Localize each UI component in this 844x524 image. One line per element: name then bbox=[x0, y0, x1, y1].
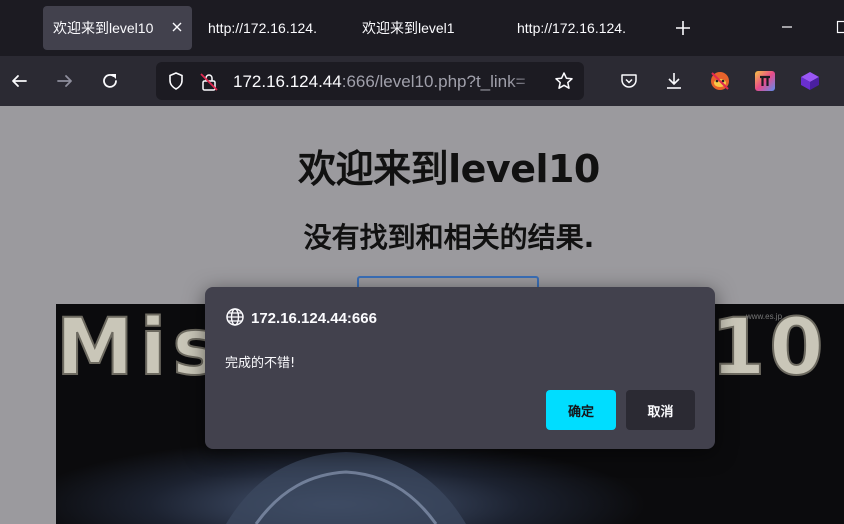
globe-icon bbox=[226, 308, 244, 326]
tab-level1[interactable]: 欢迎来到level1 bbox=[352, 6, 492, 50]
reload-button[interactable] bbox=[97, 68, 123, 94]
cancel-button[interactable]: 取消 bbox=[626, 390, 695, 430]
extension-fox-icon[interactable] bbox=[709, 70, 731, 92]
insecure-lock-icon[interactable] bbox=[198, 71, 220, 93]
tab-http-2[interactable]: http://172.16.124. bbox=[507, 6, 647, 50]
tab-label: http://172.16.124. bbox=[208, 20, 317, 36]
page-title: 欢迎来到level10 bbox=[298, 147, 600, 191]
close-icon[interactable] bbox=[170, 20, 184, 34]
tab-fade bbox=[625, 6, 647, 50]
shield-icon[interactable] bbox=[166, 71, 186, 91]
url-bar[interactable]: 172.16.124.44:666/level10.php?t_link= bbox=[156, 62, 584, 100]
url-text[interactable]: 172.16.124.44:666/level10.php?t_link= bbox=[233, 72, 526, 92]
maximize-icon[interactable] bbox=[836, 20, 844, 34]
forward-button[interactable] bbox=[52, 68, 78, 94]
minimize-icon[interactable] bbox=[780, 20, 794, 34]
tab-strip: 欢迎来到level10 http://172.16.124. 欢迎来到level… bbox=[0, 0, 844, 56]
bookmark-star-icon[interactable] bbox=[554, 71, 574, 91]
tab-label: http://172.16.124. bbox=[517, 20, 626, 36]
reload-icon bbox=[103, 73, 117, 88]
back-icon bbox=[12, 75, 27, 87]
banner-watermark: www.es.jp bbox=[745, 312, 783, 321]
back-button[interactable] bbox=[6, 68, 32, 94]
dialog-origin: 172.16.124.44:666 bbox=[251, 310, 377, 327]
ok-button[interactable]: 确定 bbox=[546, 390, 616, 430]
plus-icon[interactable] bbox=[673, 18, 693, 38]
alert-dialog: 172.16.124.44:666 完成的不错! 确定 取消 bbox=[205, 287, 715, 449]
url-fade bbox=[508, 62, 548, 100]
pocket-icon[interactable] bbox=[619, 71, 639, 91]
navigation-toolbar: 172.16.124.44:666/level10.php?t_link= bbox=[0, 56, 844, 106]
url-path: :666/level10.php?t_link= bbox=[341, 72, 526, 91]
extension-pi-icon[interactable] bbox=[754, 70, 776, 92]
extension-cube-icon[interactable] bbox=[799, 70, 821, 92]
url-host: 172.16.124.44 bbox=[233, 72, 342, 91]
tab-level10[interactable]: 欢迎来到level10 bbox=[43, 6, 192, 50]
forward-icon bbox=[57, 75, 72, 87]
dialog-message: 完成的不错! bbox=[225, 356, 296, 371]
tab-label: 欢迎来到level10 bbox=[53, 20, 154, 36]
banner-title-left: Mis bbox=[56, 304, 225, 393]
tab-fade bbox=[316, 6, 338, 50]
tab-label: 欢迎来到level1 bbox=[362, 20, 455, 36]
search-result-heading: 没有找到和相关的结果. bbox=[303, 221, 595, 254]
tab-http-1[interactable]: http://172.16.124. bbox=[198, 6, 338, 50]
downloads-icon[interactable] bbox=[664, 70, 684, 92]
